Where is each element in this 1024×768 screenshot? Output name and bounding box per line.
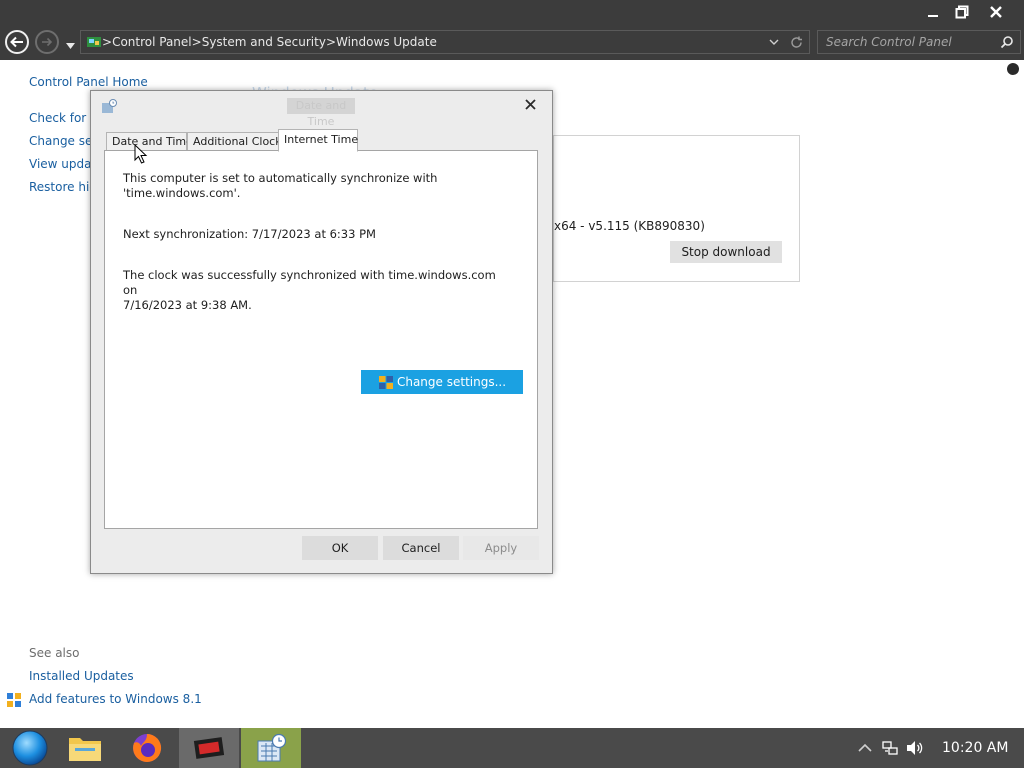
back-button[interactable] [5,30,29,54]
arrow-left-icon [10,36,23,48]
media-app-taskbar-button[interactable] [179,728,239,768]
start-orb-icon [12,730,48,766]
uac-shield-icon [378,375,393,389]
recent-locations-button[interactable] [66,38,75,52]
date-time-dialog: Date and Time Date and Time Additional C… [90,90,553,574]
breadcrumb-control-panel[interactable]: Control Panel [112,35,192,49]
firefox-taskbar-button[interactable] [117,728,177,768]
change-settings-label: Change settings... [396,375,507,389]
cancel-button[interactable]: Cancel [383,536,459,560]
taskbar: 10:20 AM [0,728,1024,768]
date-time-icon [102,99,117,113]
internet-time-panel: This computer is set to automatically sy… [104,150,538,529]
folder-icon [69,738,101,761]
sync-line-2: 'time.windows.com'. [123,186,241,200]
sync-line-1: This computer is set to automatically sy… [123,171,438,185]
dialog-close-button[interactable] [521,95,539,113]
update-status-panel: x64 - v5.115 (KB890830) Stop download [553,135,800,282]
apply-button[interactable]: Apply [463,536,539,560]
calendar-clock-icon [257,733,287,762]
file-explorer-taskbar-button[interactable] [55,728,115,768]
restore-icon [955,5,969,19]
stop-download-button[interactable]: Stop download [670,241,782,263]
next-sync-text: Next synchronization: 7/17/2023 at 6:33 … [123,227,376,241]
minimize-button[interactable] [918,0,948,24]
breadcrumb-separator: > [325,35,336,49]
dialog-title: Date and Time [287,98,355,128]
add-features-row: Add features to Windows 8.1 [7,691,202,714]
close-icon [990,6,1002,18]
minimize-icon [928,15,938,17]
breadcrumb-windows-update[interactable]: Windows Update [336,35,437,49]
see-also-section: See also Installed Updates Add features … [7,645,202,714]
close-window-button[interactable] [981,0,1011,24]
address-bar[interactable]: > Control Panel > System and Security > … [80,30,810,54]
date-time-taskbar-button[interactable] [241,728,301,768]
arrow-right-icon [42,37,53,47]
tab-additional-clocks[interactable]: Additional Clocks [187,132,287,151]
breadcrumb-separator: > [191,35,202,49]
sync-description: This computer is set to automatically sy… [123,171,513,201]
search-input[interactable]: Search Control Panel [817,30,1021,54]
ok-button[interactable]: OK [302,536,378,560]
chevron-down-icon [66,43,75,49]
update-name-text: x64 - v5.115 (KB890830) [554,219,705,233]
sync-status-line-2: 7/16/2023 at 9:38 AM. [123,298,252,312]
forward-button[interactable] [35,30,59,54]
restore-button[interactable] [947,0,977,24]
control-panel-icon [87,37,101,47]
shield-icon [7,693,21,707]
system-tray [858,728,924,768]
address-dropdown-icon[interactable] [769,39,779,46]
sync-status: The clock was successfully synchronized … [123,268,513,313]
taskbar-clock[interactable]: 10:20 AM [942,740,1008,756]
avatar [1007,63,1019,75]
dialog-titlebar[interactable]: Date and Time [91,91,552,128]
network-icon[interactable] [882,740,898,756]
tab-internet-time[interactable]: Internet Time [278,129,358,152]
change-settings-button[interactable]: Change settings... [361,370,523,394]
mouse-pointer-icon [134,144,148,164]
firefox-icon [133,733,162,762]
show-hidden-icons-icon[interactable] [858,743,872,753]
refresh-icon[interactable] [790,36,803,49]
volume-icon[interactable] [906,740,924,756]
add-features-link[interactable]: Add features to Windows 8.1 [29,691,202,714]
breadcrumb-separator: > [102,35,113,49]
start-button[interactable] [0,728,60,768]
search-icon[interactable] [1000,35,1014,49]
breadcrumb-system-security[interactable]: System and Security [202,35,326,49]
installed-updates-link[interactable]: Installed Updates [29,668,202,691]
window-titlebar [0,0,1024,24]
sync-status-line-1: The clock was successfully synchronized … [123,268,496,297]
close-icon [524,98,536,110]
navigation-bar: > Control Panel > System and Security > … [0,24,1024,60]
see-also-header: See also [29,646,80,660]
media-app-icon [193,737,225,759]
search-placeholder: Search Control Panel [826,35,952,49]
